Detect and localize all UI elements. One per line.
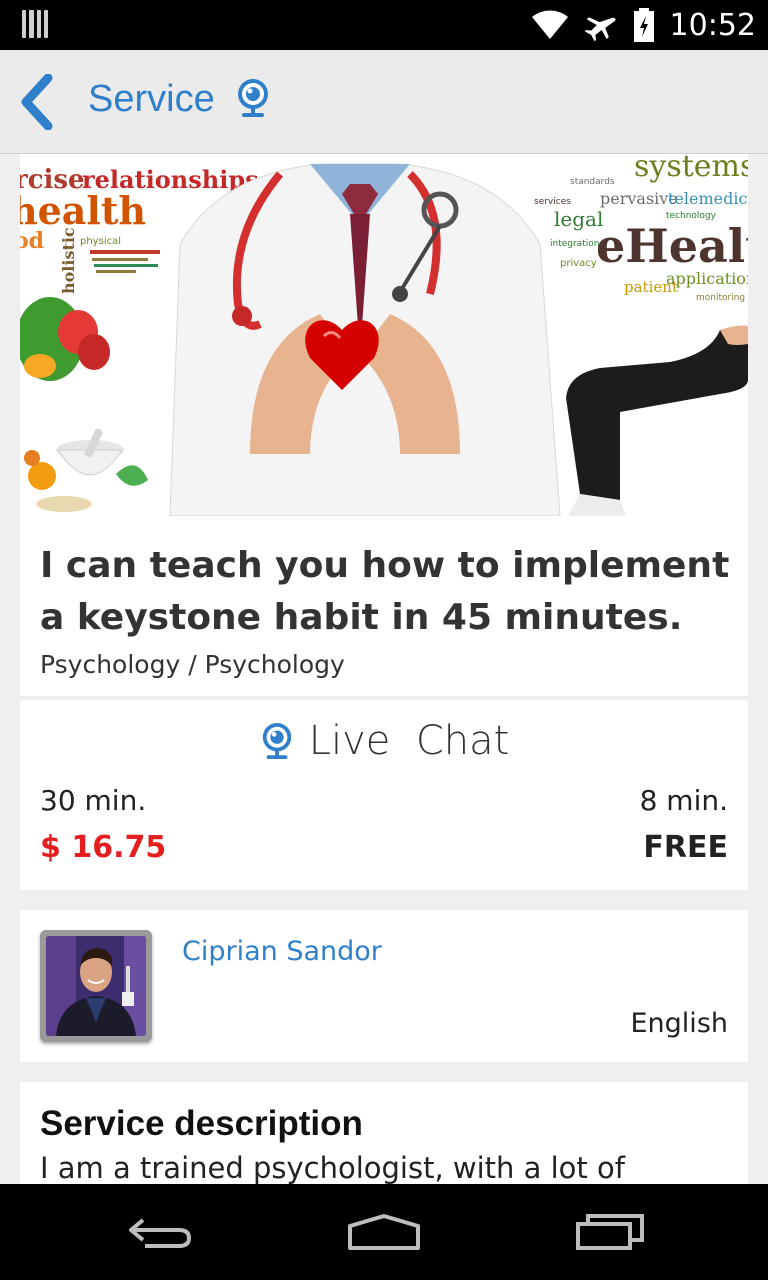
free-session-price: FREE: [643, 830, 728, 865]
word-pervasive: pervasive: [600, 189, 678, 208]
back-nav-button[interactable]: [110, 1202, 210, 1262]
word-holistic: holistic: [59, 227, 78, 294]
notification-icon: [22, 10, 48, 40]
service-image: rcise relationships health od physical h…: [20, 154, 748, 516]
word-od: od: [20, 228, 44, 254]
service-description-card: Service description I am a trained psych…: [20, 1082, 748, 1184]
word-applications: applications: [666, 269, 748, 288]
page-title: Service: [88, 78, 215, 120]
word-systems: systems: [634, 154, 748, 184]
home-nav-icon: [348, 1214, 420, 1250]
webcam-icon: [238, 79, 268, 117]
paid-session-price: $ 16.75: [40, 830, 167, 865]
word-integration: integration: [550, 239, 599, 249]
back-nav-icon: [129, 1218, 192, 1248]
service-category: Psychology / Psychology: [40, 650, 345, 679]
word-patient: patient: [624, 278, 678, 296]
expert-photo: [46, 936, 146, 1036]
status-bar: 10:52: [0, 0, 768, 50]
service-details-scroll[interactable]: rcise relationships health od physical h…: [0, 154, 768, 1184]
back-button[interactable]: [14, 73, 64, 131]
battery-icon: [633, 8, 654, 42]
doctor-heart-illustration: rcise relationships health od physical h…: [20, 154, 748, 516]
word-services: services: [534, 197, 571, 207]
word-monitoring: monitoring: [696, 293, 745, 303]
recent-apps-nav-button[interactable]: [560, 1202, 660, 1262]
service-title: I can teach you how to implement a keyst…: [40, 545, 730, 638]
clock: 10:52: [669, 7, 756, 43]
word-telemedicine: telemedicine: [668, 189, 748, 208]
word-health: health: [20, 188, 146, 233]
service-description-text: I am a trained psychologist, with a lot …: [40, 1151, 625, 1184]
live-chat-header: Live Chat: [20, 716, 748, 766]
avatar[interactable]: [40, 930, 152, 1042]
expert-name-link[interactable]: Ciprian Sandor: [182, 936, 382, 967]
free-session-duration: 8 min.: [639, 784, 728, 817]
paid-session-duration: 30 min.: [40, 784, 147, 817]
service-description-heading: Service description: [40, 1104, 363, 1143]
webcam-icon: [262, 723, 291, 759]
expert-card[interactable]: Ciprian Sandor English: [20, 910, 748, 1062]
word-technology: technology: [666, 211, 717, 221]
expert-language: English: [630, 1008, 729, 1039]
word-standards: standards: [570, 177, 615, 187]
live-chat-card[interactable]: Live Chat 30 min. $ 16.75 8 min. FREE: [20, 700, 748, 890]
app-bar: Service: [0, 50, 768, 154]
airplane-mode-icon: [584, 17, 616, 42]
word-privacy: privacy: [560, 258, 597, 269]
back-arrow-icon: [21, 73, 53, 131]
wifi-icon: [531, 10, 568, 40]
word-ehealth: eHealth: [596, 219, 748, 273]
home-nav-button[interactable]: [334, 1202, 434, 1262]
navigation-bar: [0, 1184, 768, 1280]
word-physical: physical: [80, 236, 121, 247]
service-title-card: I can teach you how to implement a keyst…: [20, 516, 748, 696]
live-chat-label: Live Chat: [308, 718, 510, 764]
recent-apps-icon: [576, 1214, 644, 1250]
